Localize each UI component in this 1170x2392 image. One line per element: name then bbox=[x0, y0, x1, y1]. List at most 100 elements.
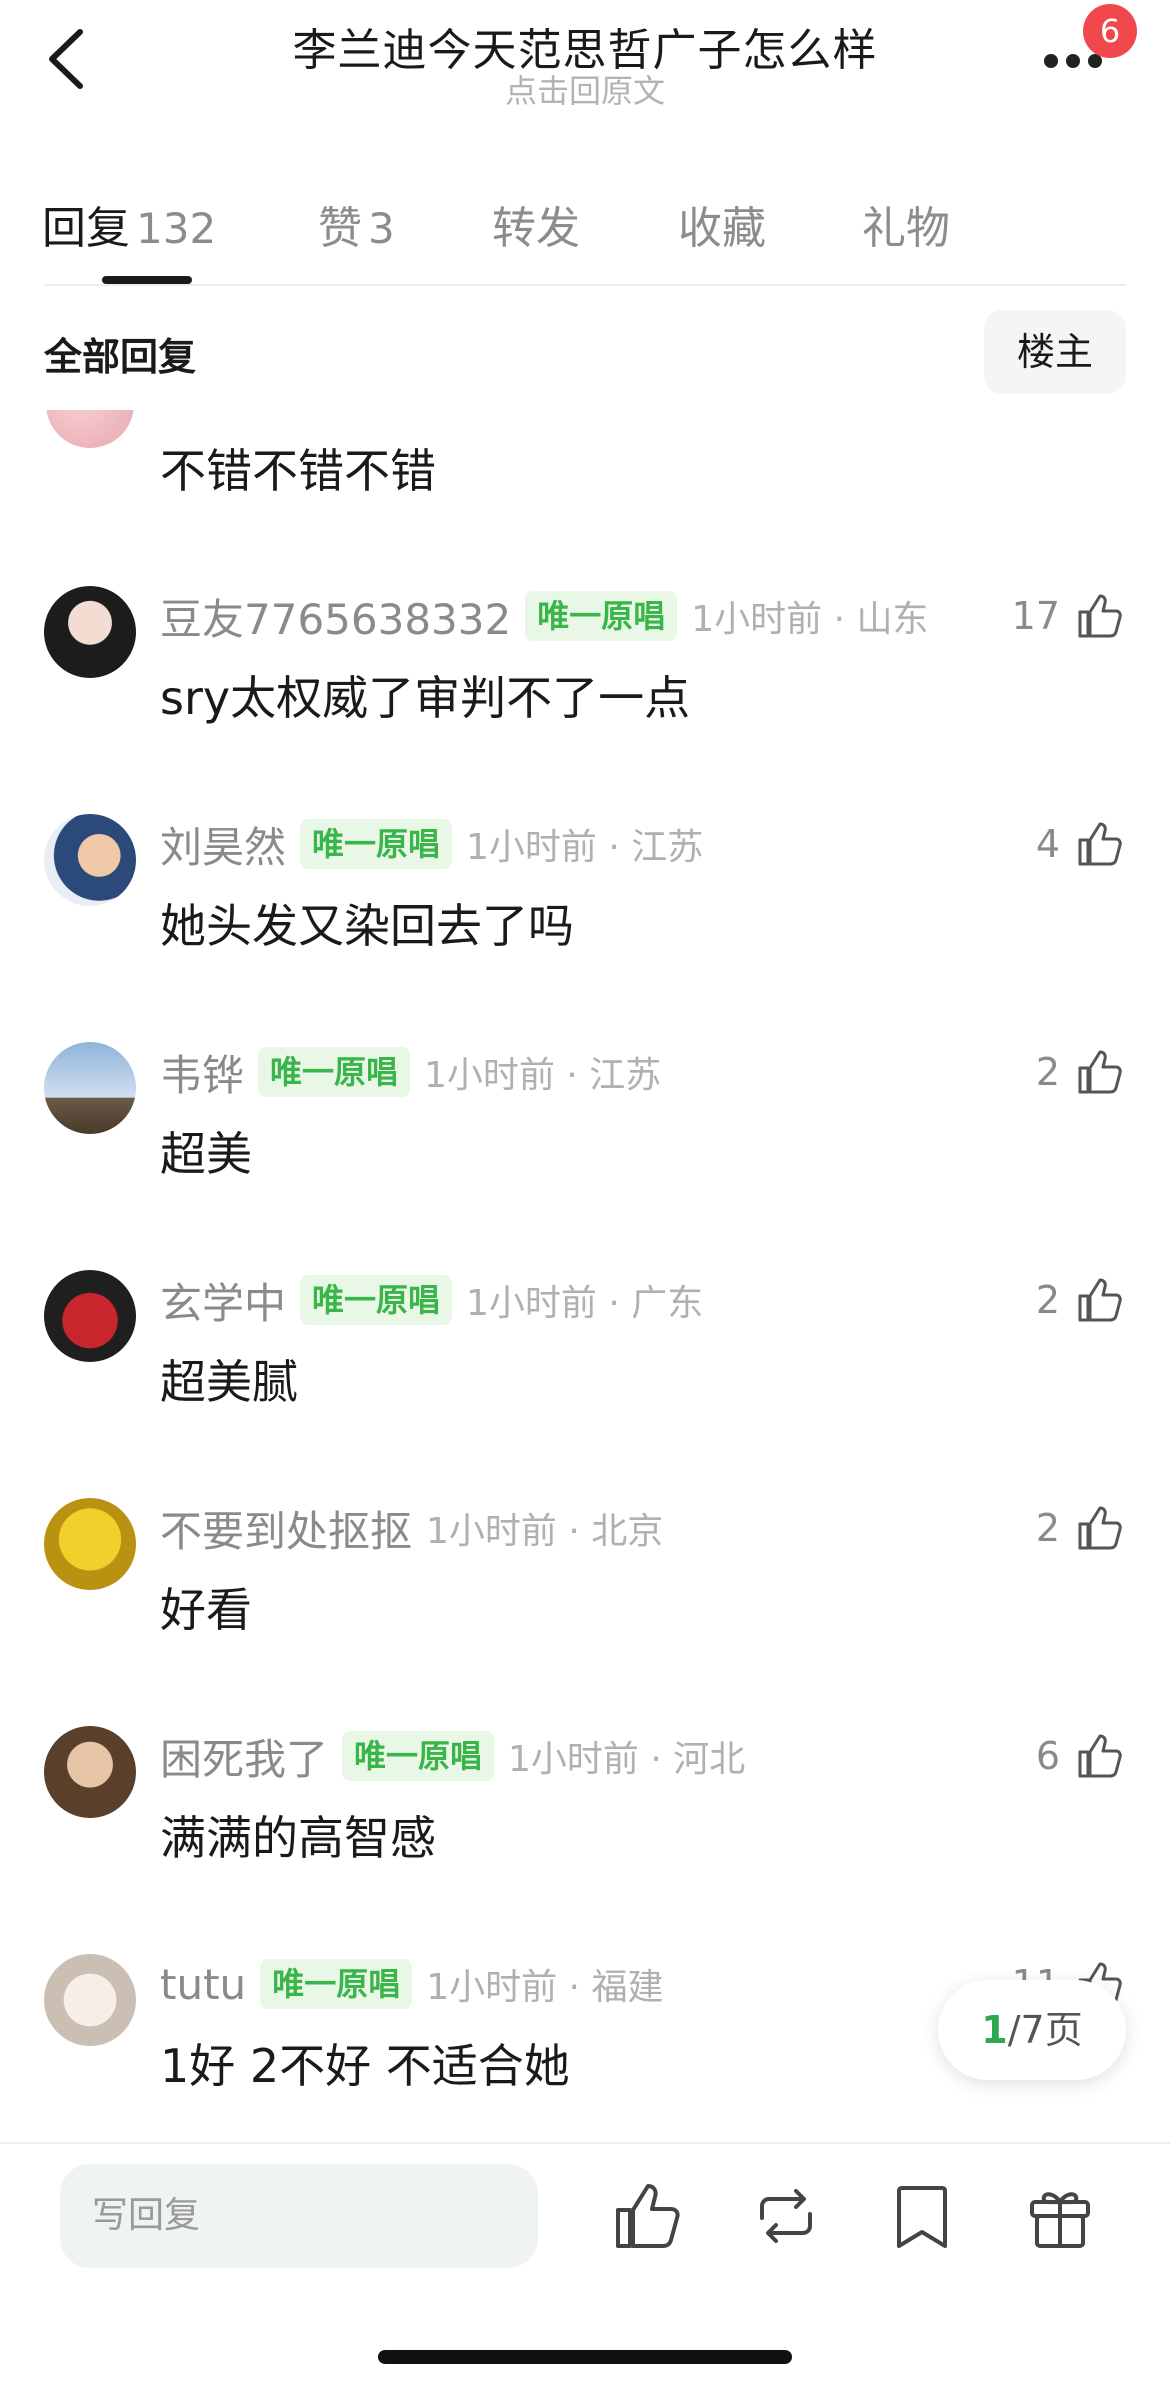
comment-meta: 困死我了 唯一原唱 1小时前 · 河北 bbox=[160, 1728, 745, 1784]
user-tag: 唯一原唱 bbox=[258, 1047, 411, 1097]
thumb-up-icon bbox=[1078, 1506, 1122, 1550]
current-page: 1 bbox=[981, 2008, 1008, 2052]
like-count: 2 bbox=[1035, 1278, 1060, 1322]
more-dot bbox=[1066, 54, 1080, 68]
username[interactable]: 韦铧 bbox=[160, 1042, 244, 1103]
comment-list: 不错不错不错 豆友7765638332 唯一原唱 1小时前 · 山东 sry太权… bbox=[0, 410, 1170, 2140]
comment-time: 1小时前 · 江苏 bbox=[424, 1055, 662, 1096]
active-tab-indicator bbox=[102, 276, 192, 284]
like-count: 2 bbox=[1035, 1506, 1060, 1550]
thumb-up-icon bbox=[616, 2184, 680, 2248]
thumb-up-icon bbox=[1078, 822, 1122, 866]
reply-input[interactable]: 写回复 bbox=[60, 2164, 538, 2268]
comment-text: 1好 2不好 不适合她 bbox=[160, 2039, 570, 2093]
tab-count: 132 bbox=[136, 204, 217, 253]
tab-label: 回复 bbox=[42, 203, 130, 254]
tab-collections[interactable]: 收藏 bbox=[678, 192, 766, 256]
comment-item: 困死我了 唯一原唱 1小时前 · 河北 满满的高智感 6 bbox=[0, 1726, 1170, 1954]
user-tag: 唯一原唱 bbox=[260, 1959, 413, 2009]
like-button[interactable]: 2 bbox=[1036, 1498, 1126, 1558]
divider bbox=[0, 2142, 1170, 2144]
avatar[interactable] bbox=[46, 410, 134, 448]
comment-item: 豆友7765638332 唯一原唱 1小时前 · 山东 sry太权威了审判不了一… bbox=[0, 586, 1170, 814]
comment-text: 超美腻 bbox=[160, 1355, 298, 1409]
thumb-up-icon bbox=[1078, 1734, 1122, 1778]
username[interactable]: 刘昊然 bbox=[160, 814, 286, 875]
comment-text: 满满的高智感 bbox=[160, 1811, 436, 1865]
comment-text: 她头发又染回去了吗 bbox=[160, 899, 574, 953]
username[interactable]: 豆友7765638332 bbox=[160, 586, 511, 647]
notification-badge: 6 bbox=[1083, 4, 1137, 58]
user-tag: 唯一原唱 bbox=[525, 591, 678, 641]
tab-reposts[interactable]: 转发 bbox=[492, 192, 580, 256]
like-count: 2 bbox=[1035, 1050, 1060, 1094]
avatar[interactable] bbox=[44, 814, 136, 906]
gift-icon bbox=[1030, 2192, 1090, 2248]
comment-item: 不要到处抠抠 1小时前 · 北京 好看 2 bbox=[0, 1498, 1170, 1726]
tab-label: 收藏 bbox=[678, 203, 766, 254]
comment-time: 1小时前 · 福建 bbox=[426, 1967, 664, 2008]
thumb-up-icon bbox=[1078, 594, 1122, 638]
repost-icon bbox=[760, 2189, 812, 2243]
like-button[interactable]: 6 bbox=[1036, 1726, 1126, 1786]
avatar[interactable] bbox=[44, 1042, 136, 1134]
tab-gifts[interactable]: 礼物 bbox=[862, 192, 950, 256]
like-count: 4 bbox=[1035, 822, 1060, 866]
page-indicator[interactable]: 1/7页 bbox=[938, 1980, 1126, 2080]
like-button[interactable]: 17 bbox=[1012, 586, 1126, 646]
comment-meta: 豆友7765638332 唯一原唱 1小时前 · 山东 bbox=[160, 588, 928, 644]
bookmark-icon bbox=[897, 2186, 947, 2248]
comment-time: 1小时前 · 广东 bbox=[466, 1283, 704, 1324]
avatar[interactable] bbox=[44, 1270, 136, 1362]
comment-text: 不错不错不错 bbox=[160, 444, 436, 498]
comment-meta: 韦铧 唯一原唱 1小时前 · 江苏 bbox=[160, 1044, 661, 1100]
user-tag: 唯一原唱 bbox=[342, 1731, 495, 1781]
username[interactable]: tutu bbox=[160, 1960, 246, 2009]
comment-text: 好看 bbox=[160, 1583, 252, 1637]
username[interactable]: 困死我了 bbox=[160, 1726, 328, 1787]
tab-label: 礼物 bbox=[862, 203, 950, 254]
tab-label: 赞 bbox=[318, 203, 362, 254]
comment-meta: 玄学中 唯一原唱 1小时前 · 广东 bbox=[160, 1272, 703, 1328]
comment-item: 玄学中 唯一原唱 1小时前 · 广东 超美腻 2 bbox=[0, 1270, 1170, 1498]
comment-time: 1小时前 · 山东 bbox=[691, 599, 929, 640]
gift-button[interactable] bbox=[1022, 2178, 1098, 2254]
avatar[interactable] bbox=[44, 586, 136, 678]
tab-replies[interactable]: 回复 132 bbox=[42, 192, 216, 256]
divider bbox=[44, 284, 1126, 286]
like-button[interactable]: 4 bbox=[1036, 814, 1126, 874]
total-pages: /7页 bbox=[1007, 2008, 1083, 2052]
comment-time: 1小时前 · 江苏 bbox=[466, 827, 704, 868]
comment-time: 1小时前 · 北京 bbox=[426, 1511, 664, 1552]
like-count: 17 bbox=[1011, 594, 1060, 638]
tab-bar: 回复 132 赞3 转发 收藏 礼物 bbox=[0, 180, 1170, 290]
comment-meta: 刘昊然 唯一原唱 1小时前 · 江苏 bbox=[160, 816, 703, 872]
avatar[interactable] bbox=[44, 1498, 136, 1590]
user-tag: 唯一原唱 bbox=[300, 819, 453, 869]
header-bar: 李兰迪今天范思哲广子怎么样 点击回原文 6 bbox=[0, 0, 1170, 140]
user-tag: 唯一原唱 bbox=[300, 1275, 453, 1325]
comment-item: 刘昊然 唯一原唱 1小时前 · 江苏 她头发又染回去了吗 4 bbox=[0, 814, 1170, 1042]
tab-label: 转发 bbox=[492, 203, 580, 254]
comment-meta: tutu 唯一原唱 1小时前 · 福建 bbox=[160, 1956, 663, 2012]
more-dots-icon bbox=[1044, 54, 1058, 68]
view-original-link[interactable]: 点击回原文 bbox=[0, 66, 1170, 112]
avatar[interactable] bbox=[44, 1954, 136, 2046]
filter-label: 全部回复 bbox=[44, 335, 197, 379]
thumb-up-icon bbox=[1078, 1278, 1122, 1322]
owner-only-button[interactable]: 楼主 bbox=[984, 310, 1126, 394]
like-button[interactable]: 2 bbox=[1036, 1270, 1126, 1330]
username[interactable]: 玄学中 bbox=[160, 1270, 286, 1331]
tab-likes[interactable]: 赞3 bbox=[318, 192, 395, 256]
comment-item: 韦铧 唯一原唱 1小时前 · 江苏 超美 2 bbox=[0, 1042, 1170, 1270]
avatar[interactable] bbox=[44, 1726, 136, 1818]
comment-meta: 不要到处抠抠 1小时前 · 北京 bbox=[160, 1500, 663, 1556]
bookmark-button[interactable] bbox=[884, 2178, 960, 2254]
username[interactable]: 不要到处抠抠 bbox=[160, 1498, 412, 1559]
like-button[interactable]: 2 bbox=[1036, 1042, 1126, 1102]
repost-button[interactable] bbox=[748, 2178, 824, 2254]
thumb-up-icon bbox=[1078, 1050, 1122, 1094]
home-indicator bbox=[378, 2350, 792, 2364]
comment-text: sry太权威了审判不了一点 bbox=[160, 671, 691, 725]
like-post-button[interactable] bbox=[610, 2178, 686, 2254]
